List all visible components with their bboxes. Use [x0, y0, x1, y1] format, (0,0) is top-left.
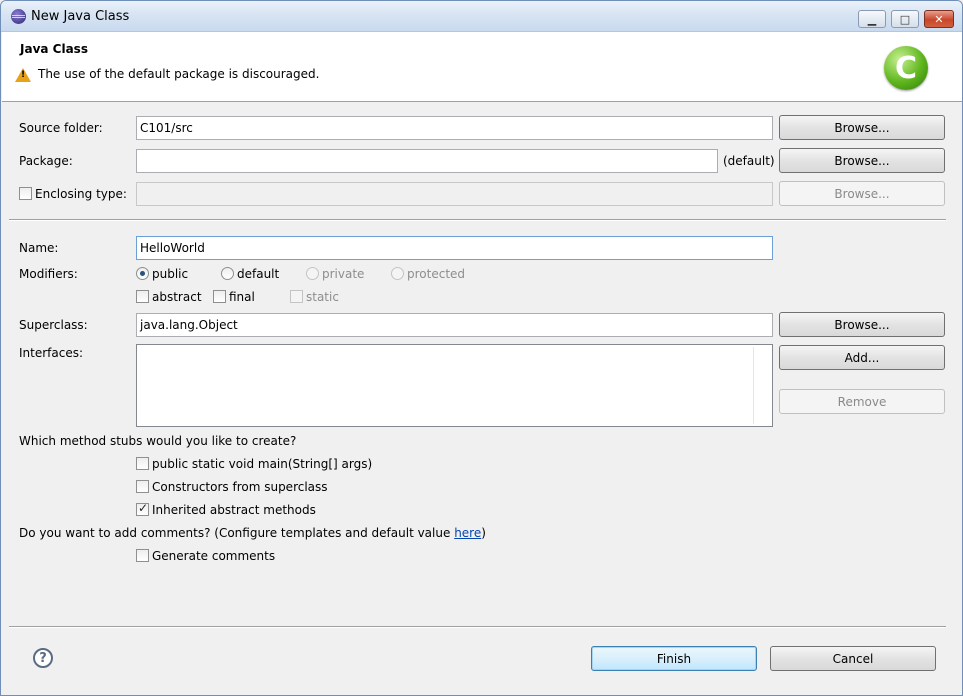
modifier-default-radio[interactable] — [221, 267, 234, 280]
superclass-label: Superclass: — [19, 318, 88, 332]
modifier-default-label: default — [237, 267, 280, 281]
modifier-static-label: static — [306, 290, 339, 304]
modifier-protected-label: protected — [407, 267, 466, 281]
help-icon[interactable]: ? — [33, 648, 53, 668]
add-interface-button[interactable]: Add... — [779, 345, 945, 370]
source-folder-label: Source folder: — [19, 121, 103, 135]
modifier-final-checkbox[interactable] — [213, 290, 226, 303]
package-input[interactable] — [136, 149, 718, 173]
interfaces-label: Interfaces: — [19, 346, 84, 360]
modifier-private-label: private — [322, 267, 365, 281]
separator — [9, 219, 946, 221]
title-bar[interactable]: New Java Class ▁ □ ✕ — [1, 1, 962, 32]
wizard-banner: Java Class The use of the default packag… — [2, 32, 962, 102]
modifier-static-checkbox[interactable] — [290, 290, 303, 303]
banner-message: The use of the default package is discou… — [38, 67, 320, 81]
modifier-abstract-checkbox[interactable] — [136, 290, 149, 303]
stub-constructors-label: Constructors from superclass — [152, 480, 328, 494]
modifier-protected-radio[interactable] — [391, 267, 404, 280]
source-folder-input[interactable]: C101/src — [136, 116, 773, 140]
java-class-logo-icon: C — [884, 46, 928, 90]
package-label: Package: — [19, 154, 73, 168]
modifier-public-radio[interactable] — [136, 267, 149, 280]
comments-question: Do you want to add comments? (Configure … — [19, 526, 486, 540]
remove-interface-button[interactable]: Remove — [779, 389, 945, 414]
generate-comments-label: Generate comments — [152, 549, 276, 563]
enclosing-type-checkbox[interactable] — [19, 187, 32, 200]
footer-separator — [9, 626, 946, 628]
minimize-button[interactable]: ▁ — [858, 10, 886, 28]
method-stubs-question: Which method stubs would you like to cre… — [19, 434, 297, 448]
cancel-button[interactable]: Cancel — [770, 646, 936, 671]
page-title: Java Class — [20, 42, 88, 56]
interfaces-list-scrollbar[interactable] — [753, 347, 770, 424]
warning-icon — [15, 68, 31, 82]
configure-templates-link[interactable]: here — [454, 526, 481, 540]
enclosing-type-label: Enclosing type: — [35, 187, 127, 201]
name-input[interactable]: HelloWorld — [136, 236, 773, 260]
stub-inherited-checkbox[interactable] — [136, 501, 149, 516]
modifier-public-label: public — [152, 267, 189, 281]
modifier-final-label: final — [229, 290, 255, 304]
enclosing-type-browse-button[interactable]: Browse... — [779, 181, 945, 206]
generate-comments-checkbox[interactable] — [136, 549, 149, 562]
modifiers-label: Modifiers: — [19, 267, 78, 281]
interfaces-list[interactable] — [136, 344, 773, 427]
modifier-private-radio[interactable] — [306, 267, 319, 280]
finish-button[interactable]: Finish — [591, 646, 757, 671]
enclosing-type-input[interactable] — [136, 182, 773, 206]
close-button[interactable]: ✕ — [924, 10, 954, 28]
modifier-abstract-label: abstract — [152, 290, 202, 304]
stub-constructors-checkbox[interactable] — [136, 480, 149, 493]
stub-main-label: public static void main(String[] args) — [152, 457, 373, 471]
maximize-button[interactable]: □ — [891, 10, 919, 28]
source-folder-browse-button[interactable]: Browse... — [779, 115, 945, 140]
comments-question-suffix: ) — [481, 526, 486, 540]
eclipse-icon — [11, 9, 26, 24]
package-default-label: (default) — [723, 154, 775, 168]
stub-main-checkbox[interactable] — [136, 457, 149, 470]
new-java-class-dialog: New Java Class ▁ □ ✕ Java Class The use … — [0, 0, 963, 696]
comments-question-text: Do you want to add comments? (Configure … — [19, 526, 455, 540]
window-title: New Java Class — [31, 9, 130, 24]
superclass-browse-button[interactable]: Browse... — [779, 312, 945, 337]
superclass-input[interactable]: java.lang.Object — [136, 313, 773, 337]
stub-inherited-label: Inherited abstract methods — [152, 503, 316, 517]
name-label: Name: — [19, 241, 59, 255]
package-browse-button[interactable]: Browse... — [779, 148, 945, 173]
